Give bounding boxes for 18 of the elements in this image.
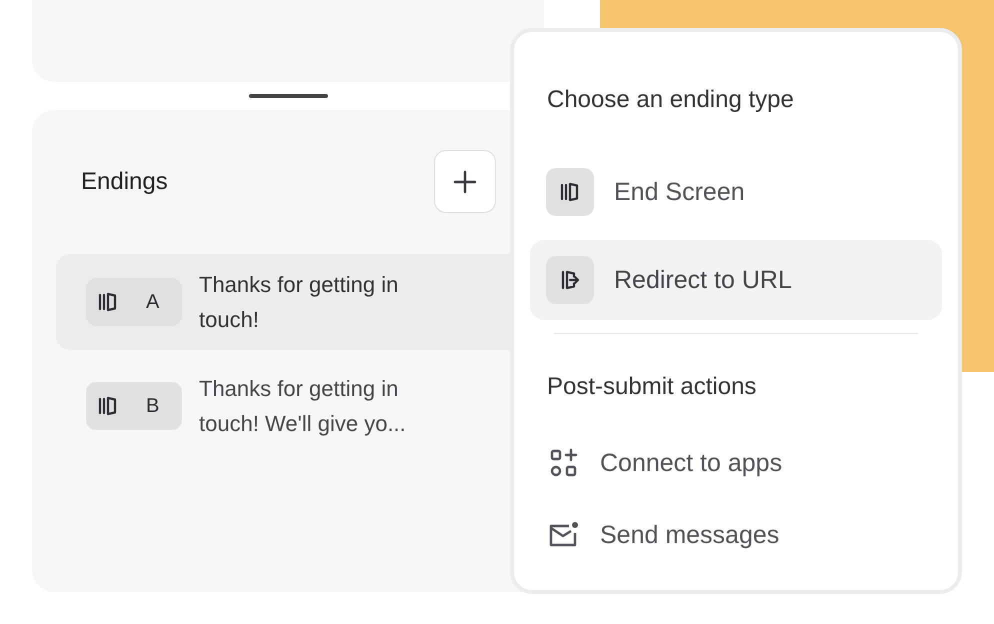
panel-title: Endings xyxy=(81,168,168,196)
mail-icon xyxy=(548,521,580,549)
apps-icon xyxy=(549,448,579,478)
section-title: Choose an ending type xyxy=(546,86,795,114)
menu-item-label: End Screen xyxy=(614,178,745,206)
ending-letter: A xyxy=(146,290,160,314)
ending-text: Thanks for getting in touch! We'll give yo... xyxy=(199,375,407,438)
menu-item-label: Send messages xyxy=(600,520,780,550)
ending-text: Thanks for getting in touch! xyxy=(199,271,400,334)
section-title: Post-submit actions xyxy=(546,373,758,401)
menu-item-label: Connect to apps xyxy=(600,448,782,478)
menu-item-label: Redirect to URL xyxy=(614,266,792,294)
menu-item[interactable]: Redirect to URL xyxy=(530,240,942,320)
ending-item[interactable]: B Thanks for getting in touch! We'll give yo... xyxy=(56,358,516,454)
drag-handle[interactable] xyxy=(249,94,328,98)
plus-icon xyxy=(453,170,477,194)
ending-letter: B xyxy=(146,394,160,418)
add-button[interactable] xyxy=(434,150,496,213)
